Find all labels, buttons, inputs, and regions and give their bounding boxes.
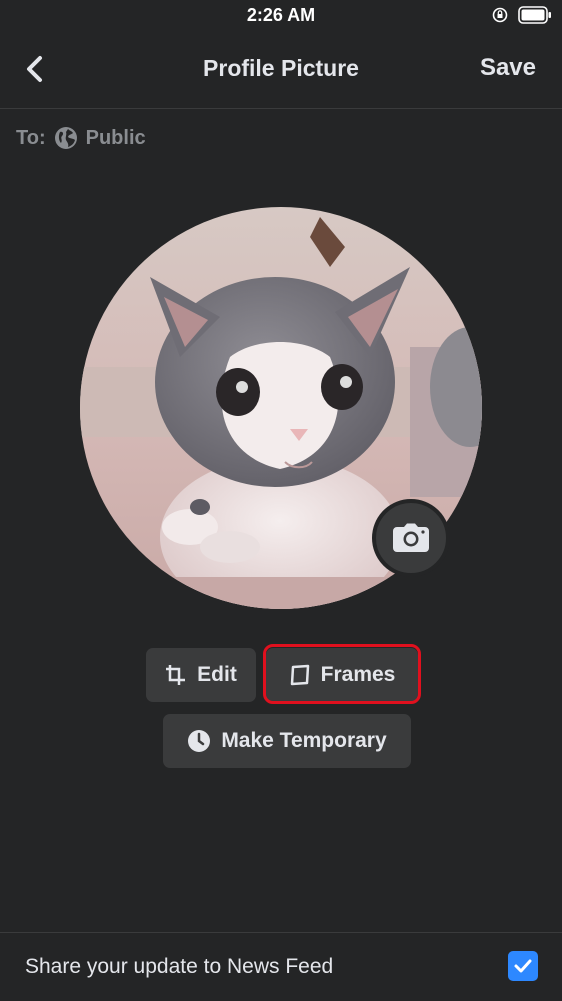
to-label: To: (16, 126, 46, 149)
share-label: Share your update to News Feed (25, 955, 334, 978)
audience-value: Public (85, 126, 146, 149)
frames-label: Frames (320, 663, 396, 686)
share-checkbox[interactable] (508, 951, 538, 981)
make-temporary-label: Make Temporary (221, 729, 387, 752)
make-temporary-button[interactable]: Make Temporary (163, 714, 411, 768)
battery-icon (518, 6, 551, 24)
edit-button[interactable]: Edit (146, 648, 256, 702)
clock-icon (188, 730, 211, 752)
status-bar: 2:26 AM (0, 0, 562, 30)
edit-label: Edit (197, 663, 237, 686)
globe-icon (54, 127, 77, 149)
crop-icon (166, 665, 186, 685)
camera-icon (393, 523, 429, 552)
audience-selector[interactable]: To: Public (16, 125, 146, 151)
frames-button[interactable]: Frames (266, 648, 418, 702)
frame-icon (290, 664, 309, 686)
page-title: Profile Picture (203, 55, 359, 81)
nav-bar: Profile Picture Save (0, 30, 562, 109)
share-to-news-feed-row: Share your update to News Feed (0, 932, 562, 1001)
save-button[interactable]: Save (480, 54, 536, 82)
change-photo-button[interactable] (372, 499, 450, 577)
status-time: 2:26 AM (246, 5, 316, 25)
checkmark-icon (514, 959, 532, 973)
orientation-lock-icon (492, 7, 508, 23)
